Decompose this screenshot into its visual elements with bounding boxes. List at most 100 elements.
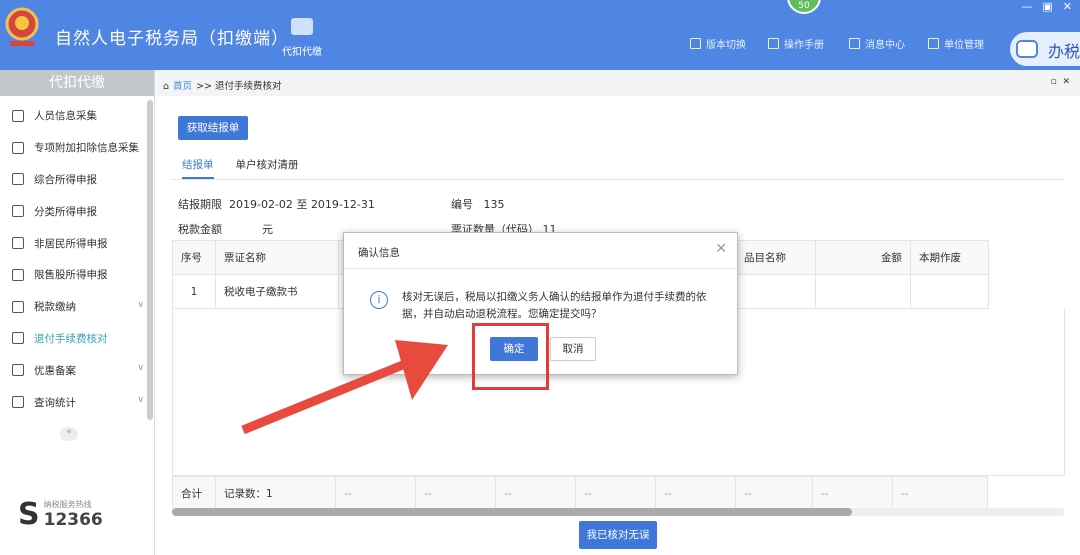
number-value: 135	[483, 198, 505, 211]
table-cell	[815, 274, 911, 309]
sidebar-item-label: 限售股所得申报	[34, 269, 108, 282]
footer-cell: --	[735, 476, 813, 511]
link-version-switch[interactable]: 版本切换	[690, 36, 746, 51]
scrollbar-thumb[interactable]	[172, 508, 852, 516]
period-label: 结报期限	[178, 198, 222, 211]
hotline: S 纳税服务热线 12366	[18, 497, 103, 532]
restore-icon[interactable]: ▫	[1051, 77, 1057, 87]
panel-controls: ▫ ✕	[1051, 77, 1070, 87]
dialog-cancel-button[interactable]: 取消	[550, 337, 596, 361]
sidebar-item-label: 分类所得申报	[34, 205, 97, 218]
sidebar-item-8[interactable]: 优惠备案 ∨	[0, 354, 154, 386]
column-header[interactable]: 票证名称	[215, 240, 339, 275]
dialog-message: 核对无误后，税局以扣缴义务人确认的结报单作为退付手续费的依据，并自动启动退税流程…	[402, 291, 707, 320]
maximize-icon[interactable]: ▣	[1042, 0, 1052, 13]
period-to: 2019-12-31	[310, 198, 375, 211]
column-header[interactable]: 品目名称	[735, 240, 816, 275]
sidebar-item-label: 退付手续费核对	[34, 332, 108, 345]
list-icon	[12, 141, 24, 154]
dialog-title: 确认信息	[344, 233, 737, 269]
link-label: 版本切换	[706, 40, 746, 51]
sidebar-item-label: 人员信息采集	[34, 110, 97, 123]
link-messages[interactable]: 消息中心	[849, 36, 905, 51]
sidebar-item-7[interactable]: 退付手续费核对	[0, 323, 154, 355]
footer-cell: --	[335, 476, 416, 511]
close-icon[interactable]: ✕	[1063, 0, 1072, 13]
hotline-number: 12366	[43, 510, 103, 530]
banshui-button[interactable]: 办税	[1010, 32, 1080, 66]
tax-info: 税款金额 元	[178, 221, 273, 237]
window-controls: — ▣ ✕	[1021, 0, 1072, 13]
app-title: 自然人电子税务局（扣缴端）	[55, 29, 289, 49]
footer-cell: --	[415, 476, 496, 511]
footer-cell: 记录数：1	[215, 476, 336, 511]
breadcrumb-separator: >>	[196, 81, 212, 92]
hotline-label: 纳税服务热线	[43, 500, 92, 509]
document-icon	[690, 38, 701, 49]
tab-settlement[interactable]: 结报单	[182, 150, 214, 179]
period-sep: 至	[296, 198, 308, 211]
link-label: 消息中心	[865, 40, 905, 51]
confirm-checked-button[interactable]: 我已核对无误	[579, 521, 657, 549]
sidebar-item-3[interactable]: 分类所得申报	[0, 195, 154, 227]
sidebar-item-9[interactable]: 查询统计 ∨	[0, 386, 154, 418]
headset-icon: S	[18, 497, 40, 532]
person-icon	[12, 109, 24, 122]
home-icon: ⌂	[163, 81, 170, 92]
minimize-icon[interactable]: —	[1021, 0, 1032, 13]
sidebar-item-label: 税款缴纳	[34, 301, 76, 314]
horizontal-scrollbar[interactable]	[172, 508, 1065, 516]
column-header[interactable]: 金额	[815, 240, 911, 275]
chevron-down-icon[interactable]: ∨	[137, 300, 144, 310]
link-manual[interactable]: 操作手册	[768, 36, 824, 51]
building-icon	[928, 38, 939, 49]
sidebar-item-2[interactable]: 综合所得申报	[0, 164, 154, 196]
table-footer: 合计 记录数：1 -- -- -- -- -- -- -- --	[172, 476, 988, 511]
number-label: 编号	[451, 198, 473, 211]
table-cell	[735, 274, 816, 309]
search-list-icon	[12, 396, 24, 409]
sidebar-title: 代扣代缴	[0, 70, 154, 96]
mail-icon	[849, 38, 860, 49]
breadcrumb-home[interactable]: 首页	[173, 81, 192, 92]
link-label: 单位管理	[944, 40, 984, 51]
sidebar-item-5[interactable]: 限售股所得申报	[0, 259, 154, 291]
person-list-icon	[12, 237, 24, 250]
column-header[interactable]: 本期作废	[910, 240, 989, 275]
document-icon	[12, 332, 24, 345]
wallet-icon	[291, 18, 313, 35]
tax-unit: 元	[262, 223, 273, 236]
tab-household-list[interactable]: 单户核对清册	[236, 150, 299, 179]
banshui-label: 办税	[1048, 42, 1080, 61]
column-header[interactable]: 序号	[172, 240, 216, 275]
chevron-down-icon[interactable]: ∨	[137, 395, 144, 405]
sidebar-item-4[interactable]: 非居民所得申报	[0, 227, 154, 259]
sidebar-item-label: 查询统计	[34, 396, 76, 409]
link-unit-management[interactable]: 单位管理	[928, 36, 984, 51]
tabs: 结报单 单户核对清册	[172, 150, 1065, 180]
breadcrumb-current: 退付手续费核对	[215, 81, 282, 92]
collapse-sidebar-button[interactable]: «	[60, 427, 78, 441]
bar-chart-icon	[12, 268, 24, 281]
sidebar: 代扣代缴 人员信息采集专项附加扣除信息采集 综合所得申报分类所得申报非居民所得申报…	[0, 70, 155, 555]
get-settlement-button[interactable]: 获取结报单	[178, 116, 248, 140]
tax-label: 税款金额	[178, 223, 222, 236]
footer-row: 合计 记录数：1 -- -- -- -- -- -- -- --	[172, 476, 988, 511]
document-icon	[768, 38, 779, 49]
close-panel-icon[interactable]: ✕	[1062, 77, 1070, 87]
sidebar-item-0[interactable]: 人员信息采集	[0, 100, 154, 132]
dialog-close-icon[interactable]: ✕	[715, 241, 727, 257]
pie-icon	[12, 205, 24, 218]
sidebar-scrollbar[interactable]	[147, 100, 153, 420]
link-label: 操作手册	[784, 40, 824, 51]
footer-cell: --	[812, 476, 893, 511]
nav-daikoudaijiao[interactable]: 代扣代缴	[280, 18, 324, 58]
footer-cell: 合计	[172, 476, 216, 511]
sidebar-item-1[interactable]: 专项附加扣除信息采集	[0, 132, 154, 164]
sidebar-item-6[interactable]: 税款缴纳 ∨	[0, 291, 154, 323]
chevron-down-icon[interactable]: ∨	[137, 363, 144, 373]
score-badge[interactable]: 50	[787, 0, 821, 14]
highlight-box	[472, 323, 549, 390]
breadcrumb: ⌂ 首页 >> 退付手续费核对 ▫ ✕	[155, 70, 1080, 96]
period-info: 结报期限 2019-02-02 至 2019-12-31	[178, 196, 375, 212]
